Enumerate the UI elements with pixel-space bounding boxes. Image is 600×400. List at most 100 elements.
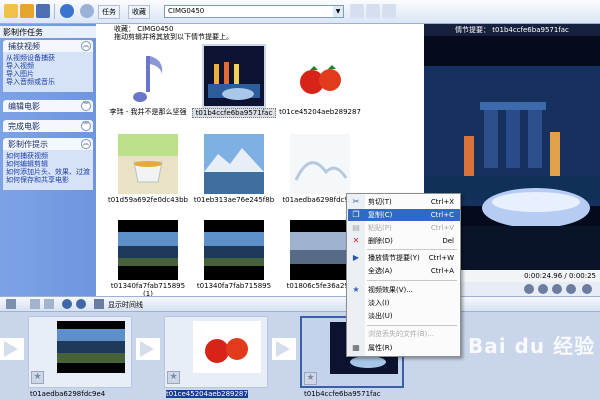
task-link-import-pictures[interactable]: 导入图片 [6,70,90,78]
redo-icon[interactable] [80,4,94,18]
clip-item[interactable]: t01ce45204aeb289287 [278,46,362,126]
zoom-out-icon[interactable] [44,299,54,309]
music-note-icon [118,46,178,106]
section-title: 编辑电影 [8,102,40,111]
collapse-icon[interactable]: ︽ [81,139,91,149]
section-capture-video[interactable]: 捕获视频 ︽ [3,40,93,52]
menu-shortcut: Del [442,237,454,245]
transition-slot[interactable] [136,338,160,360]
menu-item-copy[interactable]: ❐ 复制(C) Ctrl+C [348,209,460,221]
clip-thumbnail [290,134,350,194]
clip-label: t01b4ccfe6ba9571fac [192,108,276,118]
context-menu: ✂ 剪切(T) Ctrl+X ❐ 复制(C) Ctrl+C ▤ 粘贴(P) Ct… [346,193,461,357]
menu-label: 视频效果(V)... [368,286,413,294]
star-icon[interactable]: ★ [304,372,317,385]
clip-thumbnail [193,321,261,373]
task-link-capture-device[interactable]: 从视频设备捕获 [6,54,90,62]
play-icon[interactable] [524,284,534,294]
clip-label: 李玮 - 我并不是那么坚强 [109,108,187,116]
next-frame-icon[interactable] [566,284,576,294]
menu-item-video-effects[interactable]: ★ 视频效果(V)... [348,284,460,296]
clip-thumbnail [204,220,264,280]
storyboard-clip[interactable]: ★ [28,316,132,388]
task-link-import-video[interactable]: 导入视频 [6,62,90,70]
view-options-icon[interactable] [382,4,396,18]
undo-icon[interactable] [60,4,74,18]
clip-item[interactable]: t01340fa7fab715895 [192,220,276,300]
narrate-icon[interactable] [6,299,16,309]
clip-thumbnail [118,220,178,280]
clip-item[interactable]: 李玮 - 我并不是那么坚强 [106,46,190,126]
menu-item-play-storyboard[interactable]: ▶ 播放情节提要(Y) Ctrl+W [348,252,460,264]
clip-item[interactable]: t01340fa7fab715895 (1) [106,220,190,300]
tip-link-edit[interactable]: 如何编辑剪辑 [6,160,90,168]
collections-button[interactable]: 收藏 [128,5,150,19]
menu-label: 浏览丢失的文件(B)... [368,330,434,338]
menu-item-browse-missing[interactable]: 浏览丢失的文件(B)... [348,328,460,340]
play-storyboard-icon[interactable] [76,299,86,309]
menu-label: 剪切(T) [368,198,392,206]
task-link-import-audio[interactable]: 导入音频或音乐 [6,78,90,86]
menu-item-cut[interactable]: ✂ 剪切(T) Ctrl+X [348,196,460,208]
menu-shortcut: Ctrl+C [430,211,454,219]
stop-icon[interactable] [538,284,548,294]
open-folder-icon[interactable] [20,4,34,18]
new-collection-icon[interactable] [366,4,380,18]
tasks-button[interactable]: 任务 [98,5,120,19]
menu-item-fade-out[interactable]: 淡出(U) [348,310,460,322]
section-finish-movie[interactable]: 完成电影 ︾ [3,120,93,132]
tip-link-save-share[interactable]: 如何保存和共享电影 [6,176,90,184]
star-icon[interactable]: ★ [167,371,180,384]
star-icon: ★ [352,285,360,294]
menu-separator [367,249,457,250]
menu-separator [367,280,457,281]
section-title: 捕获视频 [8,42,40,51]
scissors-icon: ✂ [352,197,360,206]
new-project-icon[interactable] [4,4,18,18]
clip-item[interactable]: t01d59a692fe0dc43bb [106,134,190,214]
transition-slot[interactable] [272,338,296,360]
save-icon[interactable] [36,4,50,18]
section-edit-movie[interactable]: 编辑电影 ︾ [3,100,93,112]
menu-label: 属性(R) [368,344,393,352]
tip-link-titles[interactable]: 如何添加片头、效果、过渡 [6,168,90,176]
storyboard-clip[interactable]: ★ [164,316,268,388]
timeline-icon[interactable] [94,299,104,309]
split-clip-icon[interactable] [582,284,592,294]
storyboard-clip-label: t01ce45204aeb289287 [166,390,248,398]
rewind-icon[interactable] [62,299,72,309]
star-icon[interactable]: ★ [31,371,44,384]
collection-dropdown[interactable]: CIMG0450 ▼ [164,5,344,18]
expand-icon[interactable]: ︾ [81,121,91,131]
clip-label: t01d59a692fe0dc43bb [108,196,188,204]
main-toolbar: 任务 收藏 CIMG0450 ▼ [0,0,600,24]
section-movie-tips[interactable]: 影制作提示 ︽ [3,138,93,150]
clip-thumbnail [118,134,178,194]
collapse-icon[interactable]: ︽ [81,41,91,51]
transition-slot[interactable] [0,338,24,360]
clip-thumbnail [202,44,266,108]
menu-shortcut: Ctrl+V [430,224,454,232]
tip-link-capture[interactable]: 如何捕获视频 [6,152,90,160]
clip-thumbnail [290,46,350,106]
menu-item-properties[interactable]: ▦ 属性(R) [348,342,460,354]
chevron-down-icon[interactable]: ▼ [333,6,343,17]
zoom-in-icon[interactable] [30,299,40,309]
copy-icon: ❐ [352,210,360,219]
clip-item[interactable]: t01eb313ae76e245f8b [192,134,276,214]
section-title: 完成电影 [8,122,40,131]
menu-label: 全选(A) [368,267,393,275]
menu-item-fade-in[interactable]: 淡入(I) [348,297,460,309]
menu-label: 淡入(I) [368,299,390,307]
up-level-icon[interactable] [350,4,364,18]
clip-item[interactable]: t01b4ccfe6ba9571fac [192,44,276,126]
expand-icon[interactable]: ︾ [81,101,91,111]
menu-item-paste[interactable]: ▤ 粘贴(P) Ctrl+V [348,222,460,234]
section-capture-links: 从视频设备捕获 导入视频 导入图片 导入音频或音乐 [3,52,93,92]
show-timeline-button[interactable]: 显示时间线 [108,300,143,310]
previous-frame-icon[interactable] [552,284,562,294]
menu-item-select-all[interactable]: 全选(A) Ctrl+A [348,265,460,277]
section-tips-links: 如何捕获视频 如何编辑剪辑 如何添加片头、效果、过渡 如何保存和共享电影 [3,150,93,190]
menu-item-delete[interactable]: ✕ 删除(D) Del [348,235,460,247]
paste-icon: ▤ [352,223,360,232]
